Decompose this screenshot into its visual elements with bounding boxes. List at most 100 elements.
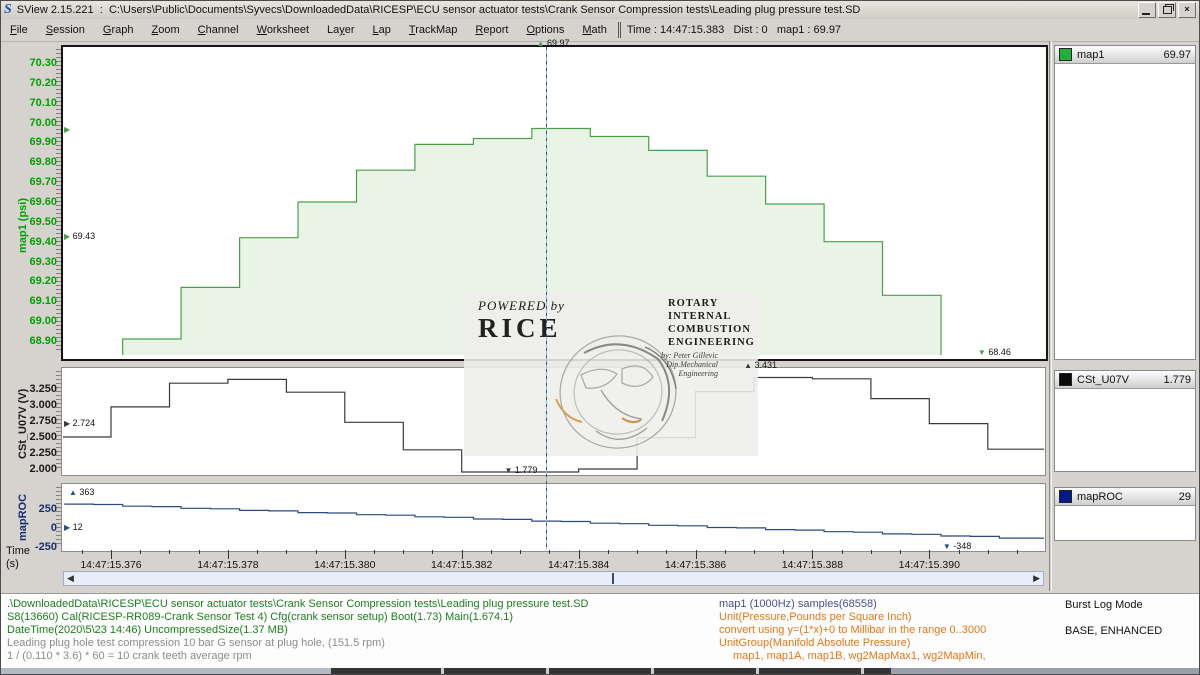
- time-tick-label: 14:47:15.386: [651, 559, 741, 571]
- time-minor-tick: [754, 550, 755, 554]
- time-minor-tick: [871, 550, 872, 554]
- log-info-line: .\DownloadedData\RICESP\ECU sensor actua…: [7, 598, 588, 611]
- y-tick-label: 2.000: [7, 463, 57, 475]
- log-info-line: 1 / (0.110 * 3.6) * 60 = 10 crank teeth …: [7, 650, 252, 663]
- time-tick-label: 14:47:15.384: [534, 559, 624, 571]
- time-major-tick: [579, 550, 580, 559]
- axis-label-cst_u07v: CSt_U07V (V): [17, 389, 29, 459]
- taskbar-separator: [651, 668, 654, 675]
- time-minor-tick: [491, 550, 492, 554]
- y-tick-label: 69.20: [7, 275, 57, 287]
- menu-item-channel[interactable]: Channel: [189, 21, 248, 39]
- close-button[interactable]: ×: [1178, 2, 1196, 18]
- menu-item-file[interactable]: File: [1, 21, 37, 39]
- file-path: C:\Users\Public\Documents\Syvecs\Downloa…: [109, 4, 860, 16]
- channel-info-line: UnitGroup(Manifold Absolute Pressure): [719, 637, 910, 650]
- mapROC-trace: [63, 485, 1044, 549]
- legend-header-maproc[interactable]: mapROC 29: [1055, 488, 1195, 506]
- time-minor-tick: [374, 550, 375, 554]
- time-cursor-line[interactable]: [546, 47, 547, 549]
- legend-header-cst_u07v[interactable]: CSt_U07V1.779: [1055, 371, 1195, 389]
- y-tick-label: 3.000: [7, 399, 57, 411]
- edge-value-marker: ▶: [64, 124, 70, 135]
- menu-item-worksheet[interactable]: Worksheet: [248, 21, 318, 39]
- menu-item-graph[interactable]: Graph: [94, 21, 143, 39]
- time-tick-label: 14:47:15.390: [884, 559, 974, 571]
- channel-name: CSt_U07V: [1077, 374, 1129, 386]
- y-axis-ticks: [56, 371, 61, 471]
- time-scrollbar[interactable]: ◀ ▶: [63, 571, 1044, 586]
- title-separator: :: [100, 4, 103, 16]
- time-minor-tick: [637, 550, 638, 554]
- y-tick-label: 2.500: [7, 431, 57, 443]
- time-major-tick: [228, 550, 229, 559]
- y-tick-label: 69.00: [7, 315, 57, 327]
- title-bar[interactable]: S SView 2.15.221 : C:\Users\Public\Docum…: [1, 1, 1199, 20]
- edge-value-marker: ▶ 2.724: [64, 418, 95, 429]
- app-icon: S: [4, 3, 12, 17]
- y-tick-label: 2.750: [7, 415, 57, 427]
- time-minor-tick: [549, 550, 550, 554]
- time-minor-tick: [725, 550, 726, 554]
- time-minor-tick: [169, 550, 170, 554]
- map1-trace: [63, 47, 1044, 355]
- edge-value-marker: ▶ 12: [64, 522, 83, 533]
- y-tick-label: 69.30: [7, 256, 57, 268]
- time-minor-tick: [1017, 550, 1018, 554]
- y-tick-label: 69.90: [7, 136, 57, 148]
- max-marker: ▲ 3.431: [744, 360, 777, 371]
- menu-item-math[interactable]: Math: [573, 21, 615, 39]
- legend-header-map1[interactable]: map169.97: [1055, 46, 1195, 64]
- taskbar-separator: [756, 668, 759, 675]
- min-marker: ▼ 1.779: [504, 465, 537, 476]
- time-minor-tick: [520, 550, 521, 554]
- scrollbar-position-marker[interactable]: [612, 573, 614, 584]
- channel-color-swatch: [1059, 48, 1072, 61]
- time-major-tick: [812, 550, 813, 559]
- channel-name: mapROC: [1077, 491, 1123, 503]
- y-axis-ticks: [56, 487, 61, 547]
- time-minor-tick: [608, 550, 609, 554]
- CSt_U07V-trace: [63, 369, 1044, 473]
- channel-cursor-value: 29: [1179, 491, 1191, 503]
- minimize-button[interactable]: [1138, 2, 1156, 18]
- max-marker: ▲ 363: [69, 487, 94, 498]
- legend-panel-maproc: mapROC 29: [1054, 487, 1196, 541]
- app-title: SView 2.15.221: [17, 4, 94, 16]
- time-minor-tick: [257, 550, 258, 554]
- time-minor-tick: [199, 550, 200, 554]
- time-minor-tick: [783, 550, 784, 554]
- y-tick-label: 70.10: [7, 97, 57, 109]
- menu-item-trackmap[interactable]: TrackMap: [400, 21, 467, 39]
- menu-item-session[interactable]: Session: [37, 21, 94, 39]
- time-tick-label: 14:47:15.380: [300, 559, 390, 571]
- menu-item-zoom[interactable]: Zoom: [142, 21, 188, 39]
- time-minor-tick: [140, 550, 141, 554]
- channel-info-line: convert using y=(1*x)+0 to Millibar in t…: [719, 624, 986, 637]
- time-minor-tick: [316, 550, 317, 554]
- taskbar-separator: [441, 668, 444, 675]
- menu-item-lap[interactable]: Lap: [364, 21, 400, 39]
- y-tick-label: 0: [7, 522, 57, 534]
- channel-info-line: map1, map1A, map1B, wg2MapMax1, wg2MapMi…: [733, 650, 986, 663]
- y-tick-label: 69.80: [7, 156, 57, 168]
- log-info-line: DateTime(2020\5\23 14:46) UncompressedSi…: [7, 624, 288, 637]
- y-tick-label: 69.40: [7, 236, 57, 248]
- scroll-left-icon[interactable]: ◀: [67, 573, 74, 584]
- restore-button[interactable]: [1158, 2, 1176, 18]
- menu-item-report[interactable]: Report: [466, 21, 517, 39]
- time-minor-tick: [900, 550, 901, 554]
- y-tick-label: 70.00: [7, 117, 57, 129]
- menu-item-layer[interactable]: Layer: [318, 21, 364, 39]
- sidebar-divider[interactable]: [1049, 41, 1052, 591]
- menu-item-options[interactable]: Options: [517, 21, 573, 39]
- max-marker: ▲ 69.97: [537, 38, 570, 49]
- channel-cursor-value: 69.97: [1163, 49, 1191, 61]
- legend-panel-map1: map169.97: [1054, 45, 1196, 360]
- menu-bar: FileSessionGraphZoomChannelWorksheetLaye…: [1, 19, 1199, 42]
- scroll-right-icon[interactable]: ▶: [1033, 573, 1040, 584]
- menu-status-divider: [618, 22, 621, 38]
- log-info-line: Leading plug hole test compression 10 ba…: [7, 637, 385, 650]
- axis-label-map1: map1 (psi): [17, 198, 29, 253]
- y-tick-label: 70.20: [7, 77, 57, 89]
